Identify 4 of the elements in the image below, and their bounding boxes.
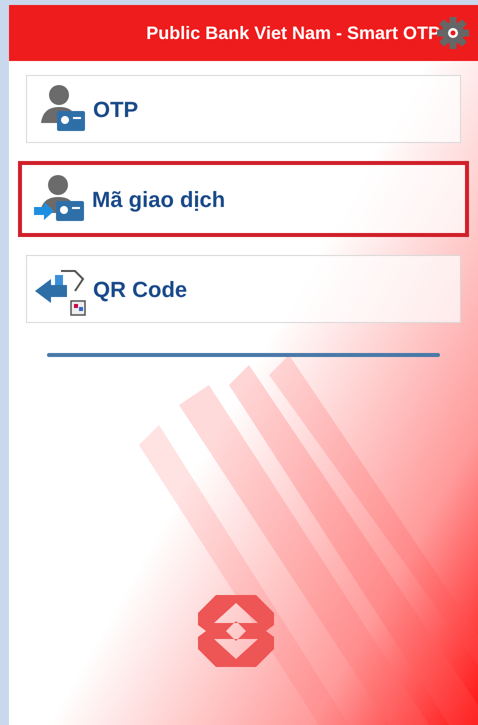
menu-item[interactable]: OTP	[26, 75, 461, 143]
menu-item[interactable]: Mã giao dịch	[18, 161, 469, 237]
menu-item[interactable]: QR Code	[26, 255, 461, 323]
app-title: Public Bank Viet Nam - Smart OTP	[146, 22, 440, 44]
